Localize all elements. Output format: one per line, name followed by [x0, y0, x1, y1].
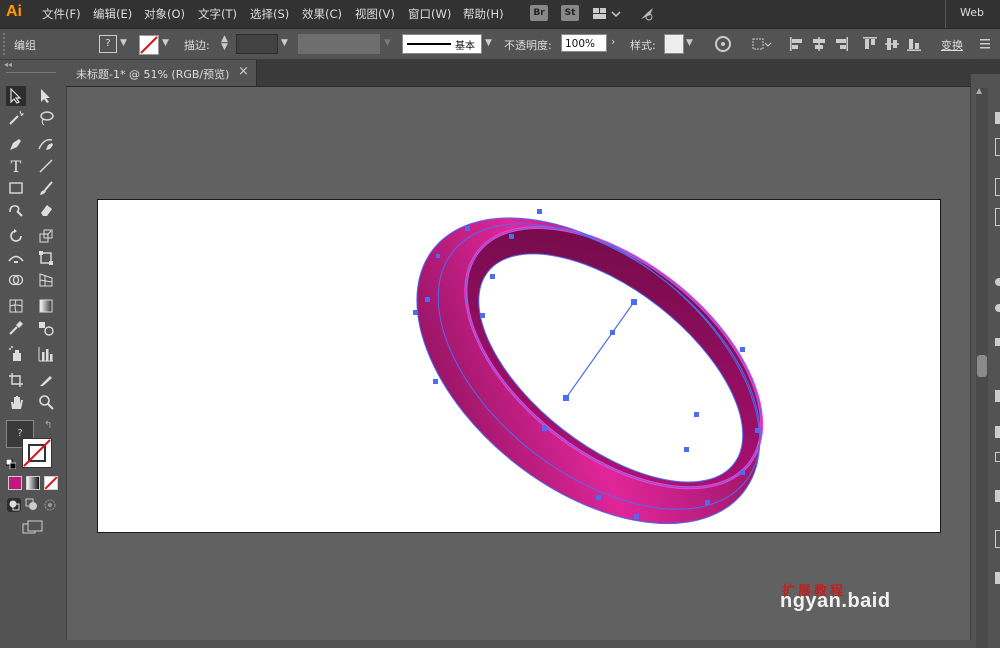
anchor-point[interactable]: [433, 379, 438, 384]
watermark-text: ngyan.baid: [780, 590, 891, 612]
anchor-point[interactable]: [465, 226, 470, 231]
anchor-point[interactable]: [542, 426, 547, 431]
anchor-point[interactable]: [740, 470, 745, 475]
anchor-point[interactable]: [755, 428, 760, 433]
anchor-point[interactable]: [425, 297, 430, 302]
anchor-point[interactable]: [634, 514, 639, 519]
anchor-point[interactable]: [413, 310, 418, 315]
anchor-point[interactable]: [537, 209, 542, 214]
anchor-point[interactable]: [610, 330, 615, 335]
anchor-point[interactable]: [563, 395, 569, 401]
anchor-point[interactable]: [631, 299, 637, 305]
anchor-point[interactable]: [705, 500, 710, 505]
ring-artwork[interactable]: [0, 0, 1000, 640]
anchor-point[interactable]: [596, 495, 601, 500]
anchor-point[interactable]: [509, 234, 514, 239]
anchor-point[interactable]: [480, 313, 485, 318]
anchor-point[interactable]: [694, 412, 699, 417]
anchor-point[interactable]: [436, 254, 440, 258]
anchor-point[interactable]: [684, 447, 689, 452]
anchor-point[interactable]: [740, 347, 745, 352]
anchor-point[interactable]: [490, 274, 495, 279]
